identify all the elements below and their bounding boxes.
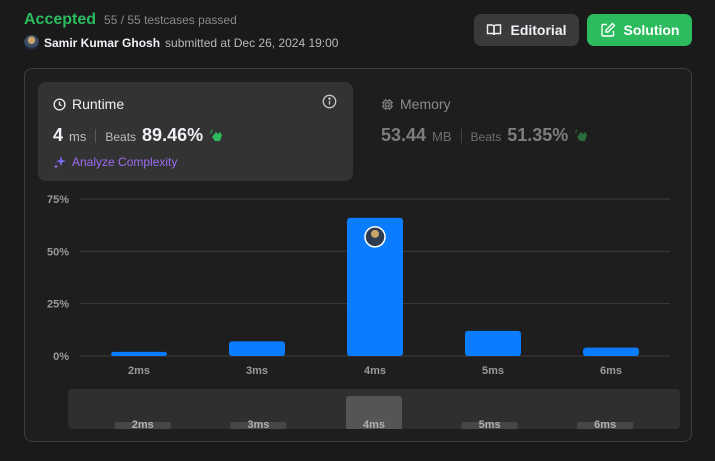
avatar-face bbox=[371, 229, 379, 238]
runtime-beats-label: Beats bbox=[105, 130, 137, 144]
runtime-beats-percent: 89.46% bbox=[142, 125, 204, 145]
range-selector[interactable]: 2ms 3ms 4ms 5ms 6ms bbox=[68, 389, 680, 429]
runtime-distribution-chart: 0% 25% 50% 75% 2ms 3ms 4ms 5ms 6ms bbox=[25, 189, 693, 384]
x-tick-label: 5ms bbox=[482, 365, 504, 377]
chip-icon bbox=[381, 98, 394, 110]
accepted-label: Accepted bbox=[24, 11, 97, 28]
divider bbox=[95, 128, 97, 143]
clock-icon bbox=[53, 97, 66, 111]
info-icon[interactable] bbox=[322, 94, 337, 109]
runtime-title: Runtime bbox=[53, 96, 124, 112]
memory-card[interactable]: Memory 53.44 MB Beats 51.35% bbox=[366, 82, 676, 181]
y-tick-label: 50% bbox=[47, 246, 69, 258]
memory-title-text: Memory bbox=[400, 96, 451, 112]
memory-beats-percent: 51.35% bbox=[507, 125, 569, 145]
submitter-info: Samir Kumar Ghosh submitted at Dec 26, 2… bbox=[24, 35, 338, 50]
username[interactable]: Samir Kumar Ghosh bbox=[44, 36, 160, 50]
x-tick-label: 2ms bbox=[128, 365, 150, 377]
clapping-hands-icon bbox=[209, 129, 223, 141]
editorial-label: Editorial bbox=[510, 22, 567, 38]
analyze-complexity-link[interactable]: Analyze Complexity bbox=[53, 155, 177, 169]
book-open-icon bbox=[487, 24, 502, 36]
range-label: 4ms bbox=[363, 419, 385, 429]
y-tick-label: 75% bbox=[47, 194, 69, 206]
range-label: 2ms bbox=[132, 419, 154, 429]
x-tick-label: 3ms bbox=[246, 365, 268, 377]
range-label: 6ms bbox=[594, 419, 616, 429]
bar-3ms bbox=[229, 341, 285, 356]
x-tick-label: 4ms bbox=[364, 365, 386, 377]
memory-metric: 53.44 MB Beats 51.35% bbox=[381, 125, 590, 146]
range-label: 3ms bbox=[247, 419, 269, 429]
bar-5ms bbox=[465, 330, 521, 356]
edit-icon bbox=[600, 22, 615, 37]
y-tick-label: 25% bbox=[47, 299, 69, 311]
runtime-title-text: Runtime bbox=[72, 96, 125, 112]
submission-status: Accepted 55 / 55 testcases passed bbox=[24, 11, 237, 29]
bar-6ms bbox=[583, 347, 639, 356]
range-label: 5ms bbox=[479, 419, 501, 429]
chart-svg: 0% 25% 50% 75% 2ms 3ms 4ms 5ms 6ms bbox=[47, 194, 670, 377]
memory-title: Memory bbox=[381, 96, 451, 112]
memory-beats-label: Beats bbox=[470, 130, 502, 144]
sparkle-icon bbox=[53, 156, 66, 169]
solution-button[interactable]: Solution bbox=[587, 14, 692, 46]
analyze-complexity-label: Analyze Complexity bbox=[72, 155, 178, 169]
memory-unit: MB bbox=[432, 129, 452, 144]
testcases-passed: 55 / 55 testcases passed bbox=[104, 13, 237, 27]
submitted-at: submitted at Dec 26, 2024 19:00 bbox=[165, 35, 339, 50]
results-panel: Runtime 4 ms Beats 89.46% Analyze Comple… bbox=[24, 68, 692, 442]
runtime-value: 4 bbox=[53, 125, 64, 145]
runtime-card[interactable]: Runtime 4 ms Beats 89.46% Analyze Comple… bbox=[38, 82, 353, 181]
x-tick-label: 6ms bbox=[600, 365, 622, 377]
y-tick-label: 0% bbox=[53, 351, 69, 363]
range-svg: 2ms 3ms 4ms 5ms 6ms bbox=[114, 396, 634, 429]
runtime-metric: 4 ms Beats 89.46% bbox=[53, 125, 225, 146]
divider bbox=[460, 128, 462, 143]
memory-value: 53.44 bbox=[381, 125, 427, 145]
editorial-button[interactable]: Editorial bbox=[474, 14, 579, 46]
solution-label: Solution bbox=[623, 22, 680, 38]
clapping-hands-icon bbox=[574, 129, 588, 141]
avatar[interactable] bbox=[24, 35, 39, 50]
bar-2ms bbox=[111, 351, 167, 356]
runtime-unit: ms bbox=[69, 129, 87, 144]
